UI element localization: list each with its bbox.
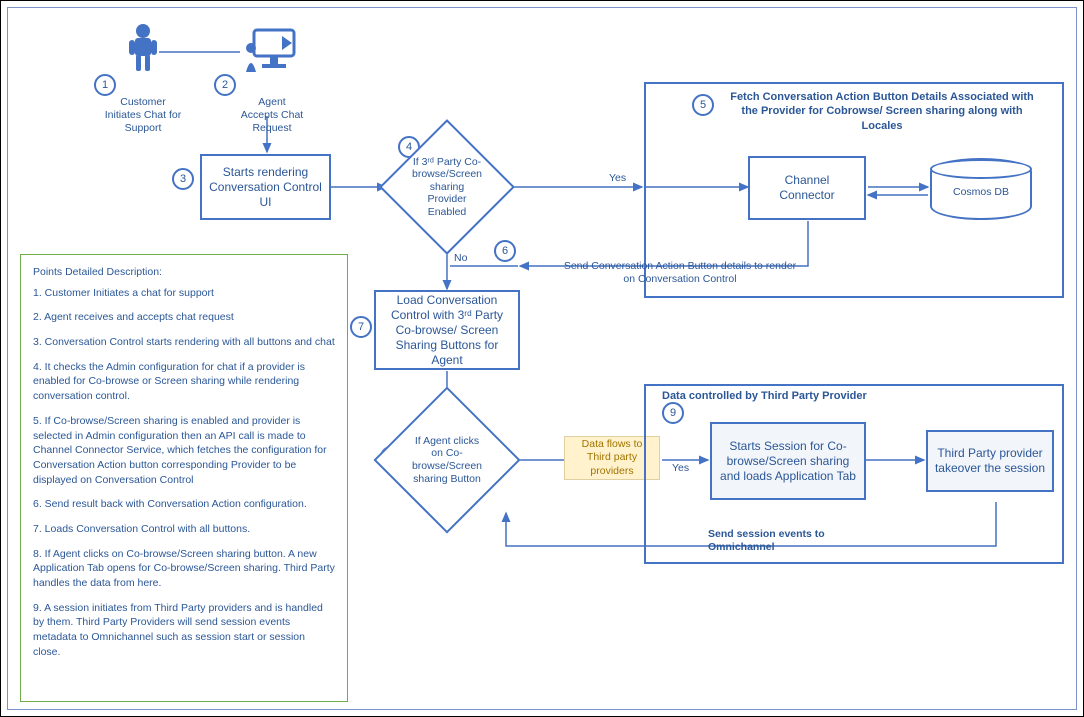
customer-subtitle: Initiates Chat for Support xyxy=(88,109,198,135)
desc-item: 8. If Agent clicks on Co-browse/Screen s… xyxy=(33,547,335,591)
desc-item: 2. Agent receives and accepts chat reque… xyxy=(33,310,335,325)
desc-title: Points Detailed Description: xyxy=(33,265,335,280)
description-panel: Points Detailed Description: 1. Customer… xyxy=(20,254,348,702)
agent-title: Agent xyxy=(222,96,322,109)
step-num: 3 xyxy=(180,173,186,185)
decision-provider-text: If 3ʳᵈ Party Co-browse/Screen sharing Pr… xyxy=(412,156,482,219)
desc-item: 5. If Co-browse/Screen sharing is enable… xyxy=(33,414,335,487)
step-3-badge: 3 xyxy=(172,168,194,190)
flow-no-1: No xyxy=(454,252,467,264)
decision-agent-click: If Agent clicks on Co-browse/Screen shar… xyxy=(395,408,499,512)
decision-provider-enabled: If 3ʳᵈ Party Co-browse/Screen sharing Pr… xyxy=(399,139,495,235)
note-text: Data flows to Third party providers xyxy=(569,438,655,477)
step-num: 6 xyxy=(502,245,508,257)
box-render-ui: Starts rendering Conversation Control UI xyxy=(200,154,331,220)
step-num: 1 xyxy=(102,79,108,91)
agent-icon xyxy=(240,26,298,77)
customer-title: Customer xyxy=(88,96,198,109)
box-load-control: Load Conversation Control with 3ʳᵈ Party… xyxy=(374,290,520,370)
box-channel-connector-text: Channel Connector xyxy=(756,173,858,203)
cosmos-db-label: Cosmos DB xyxy=(953,186,1009,198)
diagram-canvas: 1 2 3 4 5 6 7 8 9 Customer Initiates Cha… xyxy=(7,7,1077,710)
desc-item: 9. A session initiates from Third Party … xyxy=(33,601,335,660)
agent-subtitle: Accepts Chat Request xyxy=(222,109,322,135)
box-third-party-text: Third Party provider takeover the sessio… xyxy=(934,446,1046,476)
step-7-badge: 7 xyxy=(350,316,372,338)
box-load-control-text: Load Conversation Control with 3ʳᵈ Party… xyxy=(382,293,512,368)
desc-item: 1. Customer Initiates a chat for support xyxy=(33,286,335,301)
flow-send-action: Send Conversation Action Button details … xyxy=(560,260,800,286)
box-render-ui-text: Starts rendering Conversation Control UI xyxy=(208,165,323,210)
step-num: 7 xyxy=(358,321,364,333)
box-third-party: Third Party provider takeover the sessio… xyxy=(926,430,1054,492)
box-start-session-text: Starts Session for Co-browse/Screen shar… xyxy=(718,439,858,484)
flow-yes-1: Yes xyxy=(609,172,626,184)
box-start-session: Starts Session for Co-browse/Screen shar… xyxy=(710,422,866,500)
cosmos-db-icon: Cosmos DB xyxy=(930,158,1032,220)
box-channel-connector: Channel Connector xyxy=(748,156,866,220)
decision-agent-click-text: If Agent clicks on Co-browse/Screen shar… xyxy=(409,435,485,485)
step-2-badge: 2 xyxy=(214,74,236,96)
desc-item: 6. Send result back with Conversation Ac… xyxy=(33,497,335,512)
container-third-party-title: Data controlled by Third Party Provider xyxy=(644,390,1064,402)
step-6-badge: 6 xyxy=(494,240,516,262)
step-num: 2 xyxy=(222,79,228,91)
container-fetch-title: Fetch Conversation Action Button Details… xyxy=(722,90,1042,133)
flow-send-session: Send session events to Omnichannel xyxy=(708,528,868,554)
step-1-badge: 1 xyxy=(94,74,116,96)
customer-label: Customer Initiates Chat for Support xyxy=(88,96,198,135)
desc-item: 7. Loads Conversation Control with all b… xyxy=(33,522,335,537)
desc-item: 3. Conversation Control starts rendering… xyxy=(33,335,335,350)
desc-item: 4. It checks the Admin configuration for… xyxy=(33,360,335,404)
customer-icon xyxy=(126,22,160,77)
agent-label: Agent Accepts Chat Request xyxy=(222,96,322,135)
